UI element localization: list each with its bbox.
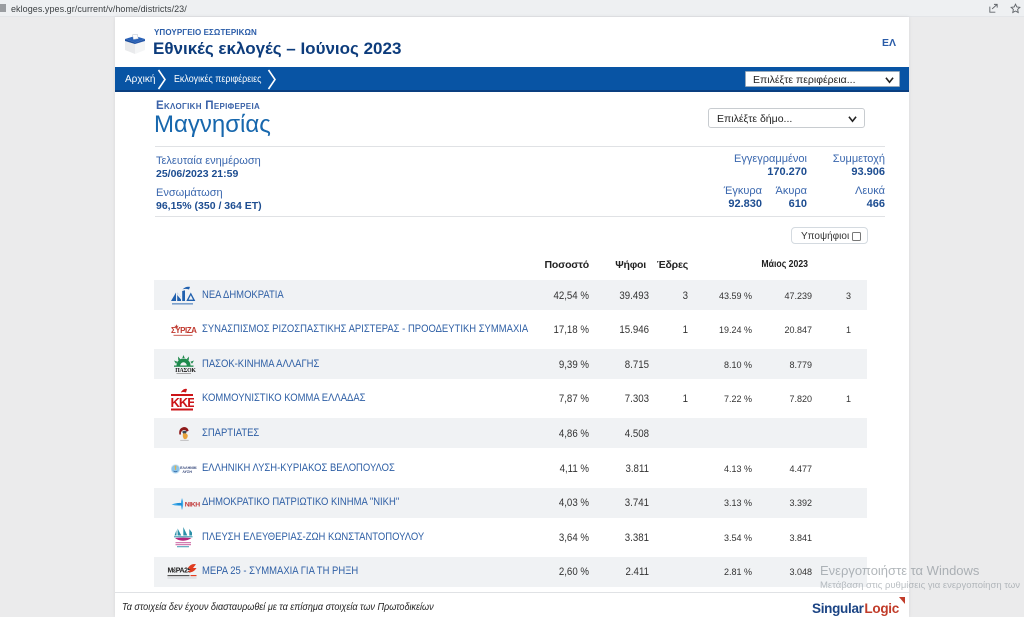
svg-text:ΣΥΡΙΖΑ: ΣΥΡΙΖΑ (171, 326, 197, 335)
svg-text:ΛΥΣΗ: ΛΥΣΗ (183, 470, 193, 474)
svg-text:ΝΙΚΗ: ΝΙΚΗ (185, 501, 201, 508)
svg-text:ΜέΡΑ25: ΜέΡΑ25 (168, 567, 192, 574)
svg-text:ΚΚΕ: ΚΚΕ (171, 395, 195, 410)
